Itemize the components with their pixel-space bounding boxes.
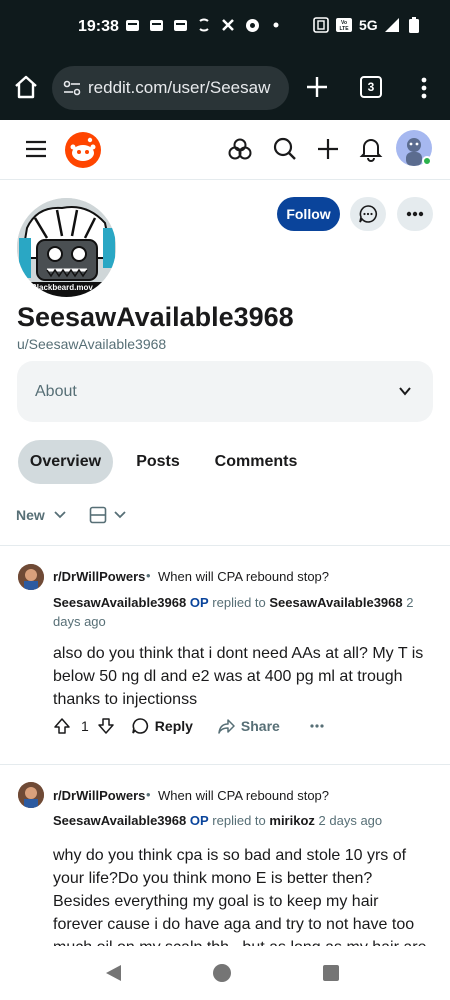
- home-icon[interactable]: [12, 73, 40, 101]
- signal-icon: [384, 17, 400, 33]
- comment-actions: 1 Reply Share: [53, 717, 324, 735]
- reply-bubble-icon: [132, 718, 148, 734]
- more-horiz-icon: [406, 211, 424, 217]
- browser-toolbar: reddit.com/user/Seesaw 3: [0, 56, 450, 120]
- separator-dot: •: [146, 568, 151, 583]
- vote-count: 1: [81, 718, 89, 734]
- online-status-dot: [422, 156, 432, 166]
- message-icon: [148, 17, 164, 33]
- subreddit-name[interactable]: r/DrWillPowers: [53, 569, 145, 584]
- search-icon[interactable]: [272, 136, 298, 162]
- avatar-caption: Blackbeard.mov: [31, 283, 93, 292]
- profile-username: SeesawAvailable3968: [17, 302, 294, 332]
- url-text[interactable]: reddit.com/user/Seesaw: [88, 78, 283, 98]
- subreddit-name[interactable]: r/DrWillPowers: [53, 788, 145, 803]
- replied-to-user[interactable]: mirikoz: [269, 813, 315, 828]
- comment-body: also do you think that i dont need AAs a…: [53, 645, 424, 708]
- tab-switcher-button[interactable]: 3: [360, 76, 382, 98]
- address-bar[interactable]: reddit.com/user/Seesaw: [52, 66, 289, 110]
- svg-text:LTE: LTE: [339, 26, 349, 32]
- message-icon: [172, 17, 188, 33]
- create-post-icon[interactable]: [315, 136, 341, 162]
- share-icon: [218, 719, 235, 734]
- chat-button[interactable]: [350, 197, 386, 231]
- chrome-icon: [244, 17, 260, 33]
- subreddit-avatar[interactable]: [18, 564, 44, 590]
- divider: [0, 545, 450, 546]
- battery-icon: [406, 17, 422, 33]
- upvote-icon[interactable]: [53, 717, 71, 735]
- replied-to-text: replied to: [212, 813, 266, 828]
- home-circle-icon[interactable]: [212, 963, 232, 983]
- notification-icons: [124, 17, 284, 33]
- replied-to-user[interactable]: SeesawAvailable3968: [269, 595, 402, 610]
- comment-time: 2 days ago: [318, 813, 383, 828]
- profile-avatar: Blackbeard.mov: [17, 198, 116, 297]
- sort-dropdown[interactable]: New: [16, 507, 67, 523]
- chevron-down-icon: [114, 511, 126, 519]
- reddit-header: [0, 120, 450, 180]
- nfc-icon: [313, 17, 329, 33]
- sort-controls: New: [16, 506, 127, 524]
- x-app-icon: [220, 17, 236, 33]
- notifications-bell-icon[interactable]: [358, 136, 384, 162]
- status-bar: 19:38 Vo LTE 5G: [0, 0, 450, 56]
- post-title[interactable]: When will CPA rebound stop?: [158, 788, 329, 803]
- replied-to-text: replied to: [212, 595, 266, 610]
- chevron-down-icon: [54, 511, 66, 519]
- new-tab-icon[interactable]: [304, 74, 330, 100]
- downvote-icon[interactable]: [97, 717, 115, 735]
- hamburger-menu-icon[interactable]: [23, 136, 49, 162]
- tab-comments[interactable]: Comments: [204, 440, 308, 484]
- about-section[interactable]: About: [17, 361, 433, 422]
- message-icon: [124, 17, 140, 33]
- network-label: 5G: [359, 17, 378, 33]
- popular-icon[interactable]: [227, 136, 253, 162]
- site-settings-icon[interactable]: [62, 78, 82, 103]
- comment-body: why do you think cpa is so bad and stole…: [53, 847, 427, 946]
- more-options-button[interactable]: [397, 197, 433, 231]
- comment-author[interactable]: SeesawAvailable3968: [53, 595, 186, 610]
- view-layout-dropdown[interactable]: [89, 506, 127, 524]
- dot-icon: [268, 17, 284, 33]
- comment-item[interactable]: r/DrWillPowers • When will CPA rebound s…: [0, 764, 450, 946]
- tab-overview[interactable]: Overview: [18, 440, 113, 484]
- system-icons: Vo LTE 5G: [313, 17, 422, 33]
- card-view-icon: [89, 506, 107, 524]
- comment-meta: SeesawAvailable3968 OP replied to miriko…: [53, 811, 423, 830]
- reply-button[interactable]: Reply: [131, 717, 193, 735]
- more-vert-icon[interactable]: [416, 74, 432, 102]
- back-icon[interactable]: [103, 963, 123, 983]
- chat-icon: [359, 205, 377, 223]
- recents-icon[interactable]: [322, 964, 340, 982]
- sync-icon: [196, 17, 212, 33]
- subreddit-avatar[interactable]: [18, 782, 44, 808]
- post-title[interactable]: When will CPA rebound stop?: [158, 569, 329, 584]
- chevron-down-icon: [399, 387, 411, 396]
- op-badge: OP: [189, 813, 209, 828]
- separator-dot: •: [146, 787, 151, 802]
- op-badge: OP: [189, 595, 209, 610]
- sort-label: New: [16, 507, 45, 523]
- status-time: 19:38: [78, 18, 119, 35]
- system-navigation-bar: [0, 946, 450, 1000]
- reddit-logo-icon[interactable]: [64, 131, 102, 169]
- share-label: Share: [240, 718, 280, 734]
- tab-posts[interactable]: Posts: [126, 440, 190, 484]
- more-horiz-icon[interactable]: [310, 724, 324, 728]
- reply-label: Reply: [154, 718, 193, 734]
- share-button[interactable]: Share: [217, 717, 280, 735]
- follow-button[interactable]: Follow: [277, 197, 340, 231]
- profile-handle: u/SeesawAvailable3968: [17, 336, 167, 352]
- about-label: About: [35, 383, 77, 400]
- comment-author[interactable]: SeesawAvailable3968: [53, 813, 186, 828]
- volte-icon: Vo LTE: [335, 17, 353, 33]
- comment-meta: SeesawAvailable3968 OP replied to Seesaw…: [53, 593, 423, 631]
